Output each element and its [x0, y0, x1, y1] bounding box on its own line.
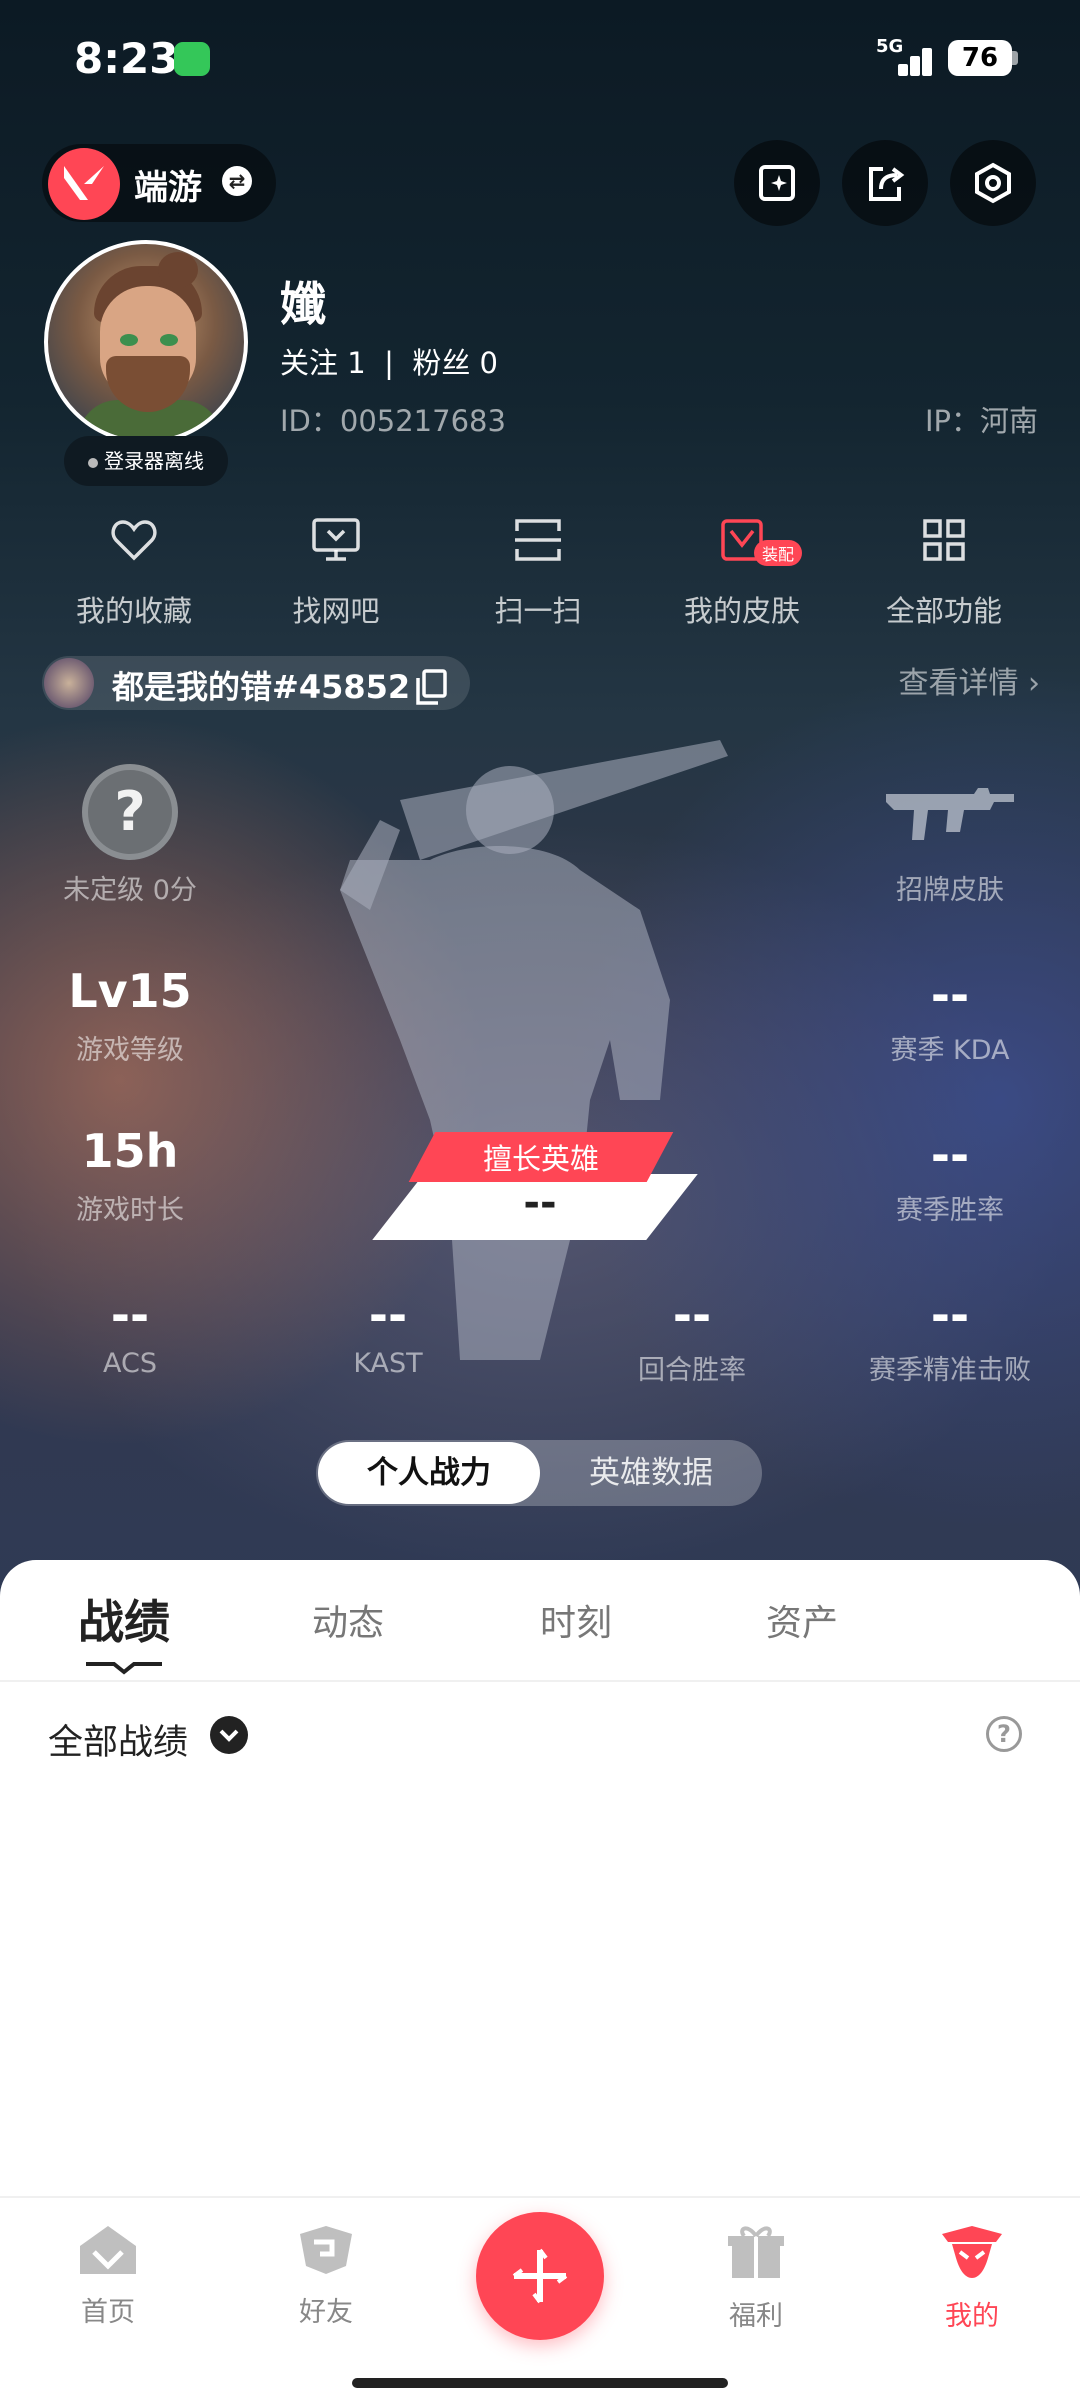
playtime-value: 15h: [81, 1124, 179, 1178]
grid-icon: [923, 519, 965, 561]
view-detail-link[interactable]: 查看详情 ›: [898, 658, 1040, 702]
card-edit-button[interactable]: [734, 140, 820, 226]
valorant-logo-icon: [48, 148, 120, 220]
offline-dot-icon: [88, 457, 98, 468]
battery-nub: [1012, 51, 1018, 65]
tab-personal-power[interactable]: 个人战力: [318, 1442, 540, 1504]
tab-records[interactable]: 战绩: [78, 1586, 170, 1652]
quick-action-find-cafe[interactable]: 找网吧: [236, 510, 436, 630]
rank-badge[interactable]: ?: [82, 764, 178, 860]
nav-label: 首页: [81, 2297, 135, 2328]
quick-action-skins[interactable]: 装配 我的皮肤: [642, 510, 842, 630]
gift-icon: [728, 2226, 784, 2278]
quick-action-scan[interactable]: 扫一扫: [438, 510, 638, 630]
home-indicator: [352, 2378, 728, 2388]
quick-action-label: 我的皮肤: [683, 594, 800, 628]
share-button[interactable]: [842, 140, 928, 226]
scan-icon: [515, 519, 561, 561]
best-hero-value: --: [523, 1180, 557, 1226]
chevron-down-icon[interactable]: [210, 1716, 248, 1754]
nav-benefits[interactable]: 福利: [676, 2224, 836, 2333]
agent-silhouette: [340, 740, 740, 1364]
divider: [0, 1680, 1080, 1682]
ip-location: IP：河南: [924, 404, 1038, 438]
settings-button[interactable]: [950, 140, 1036, 226]
game-mode-label: 端游: [134, 168, 202, 208]
offline-label: 登录器离线: [104, 449, 204, 473]
follow-counts[interactable]: 关注 1 | 粉丝 0: [280, 340, 498, 382]
tab-assets[interactable]: 资产: [766, 1594, 838, 1646]
profile-icon: [942, 2226, 1002, 2278]
signature-skin-label: 招牌皮肤: [896, 875, 1004, 906]
winrate-label: 赛季胜率: [896, 1195, 1004, 1226]
acs-label: ACS: [103, 1348, 157, 1379]
winrate-value: --: [930, 1128, 970, 1182]
nav-home[interactable]: 首页: [28, 2224, 188, 2329]
battery-icon: 76: [948, 40, 1012, 76]
level-value: Lv15: [68, 964, 192, 1018]
rank-label: 未定级 0分: [63, 875, 197, 906]
riot-avatar: [44, 658, 94, 708]
share-icon: [869, 167, 905, 201]
quick-action-label: 全部功能: [885, 594, 1002, 628]
tab-activity[interactable]: 动态: [312, 1594, 384, 1646]
settings-hex-icon: [975, 162, 1011, 204]
precise-kills-label: 赛季精准击败: [869, 1355, 1031, 1386]
acs-value: --: [110, 1288, 150, 1342]
home-icon: [80, 2226, 136, 2274]
friends-icon: [300, 2226, 352, 2274]
messages-icon: [174, 42, 210, 76]
plus-icon: [512, 2248, 568, 2304]
monitor-icon: [312, 518, 360, 561]
weapon-skin-icon[interactable]: [884, 784, 1016, 848]
avatar[interactable]: [44, 240, 248, 444]
launcher-status-badge: 登录器离线: [64, 436, 228, 486]
quick-action-label: 找网吧: [292, 594, 380, 628]
help-icon[interactable]: ?: [986, 1716, 1022, 1752]
nav-profile[interactable]: 我的: [892, 2224, 1052, 2333]
equip-badge: 装配: [754, 540, 803, 566]
kda-value: --: [930, 968, 970, 1022]
nav-label: 福利: [729, 2301, 783, 2332]
round-winrate-label: 回合胜率: [638, 1355, 746, 1386]
quick-action-label: 扫一扫: [494, 594, 582, 628]
status-time: 8:23: [74, 34, 179, 83]
quick-action-label: 我的收藏: [75, 594, 192, 628]
best-hero-tag-label: 擅长英雄: [482, 1142, 599, 1176]
username: 孅: [280, 277, 326, 331]
kast-label: KAST: [353, 1348, 423, 1379]
heart-icon: [111, 520, 157, 561]
nav-label: 我的: [945, 2301, 999, 2332]
tab-active-indicator: [84, 1656, 164, 1680]
records-filter-label[interactable]: 全部战绩: [48, 1714, 188, 1765]
round-winrate-value: --: [672, 1288, 712, 1342]
kast-value: --: [368, 1288, 408, 1342]
signal-icon: [880, 36, 938, 76]
quick-action-all-functions[interactable]: 全部功能: [844, 510, 1044, 630]
user-id: ID：005217683: [280, 404, 506, 438]
riot-id-name: 都是我的错#45852: [112, 668, 411, 706]
level-label: 游戏等级: [76, 1035, 184, 1066]
nav-friends[interactable]: 好友: [246, 2224, 406, 2329]
precise-kills-value: --: [930, 1288, 970, 1342]
kda-label: 赛季 KDA: [890, 1035, 1010, 1066]
quick-action-favorites[interactable]: 我的收藏: [34, 510, 234, 630]
swap-icon: ⇄: [222, 166, 252, 196]
tab-hero-data[interactable]: 英雄数据: [540, 1442, 762, 1504]
card-sparkle-icon: [759, 165, 795, 201]
copy-icon[interactable]: [414, 668, 448, 710]
tab-moments[interactable]: 时刻: [540, 1594, 612, 1646]
create-post-button[interactable]: [476, 2212, 604, 2340]
playtime-label: 游戏时长: [76, 1195, 184, 1226]
nav-label: 好友: [299, 2297, 353, 2328]
